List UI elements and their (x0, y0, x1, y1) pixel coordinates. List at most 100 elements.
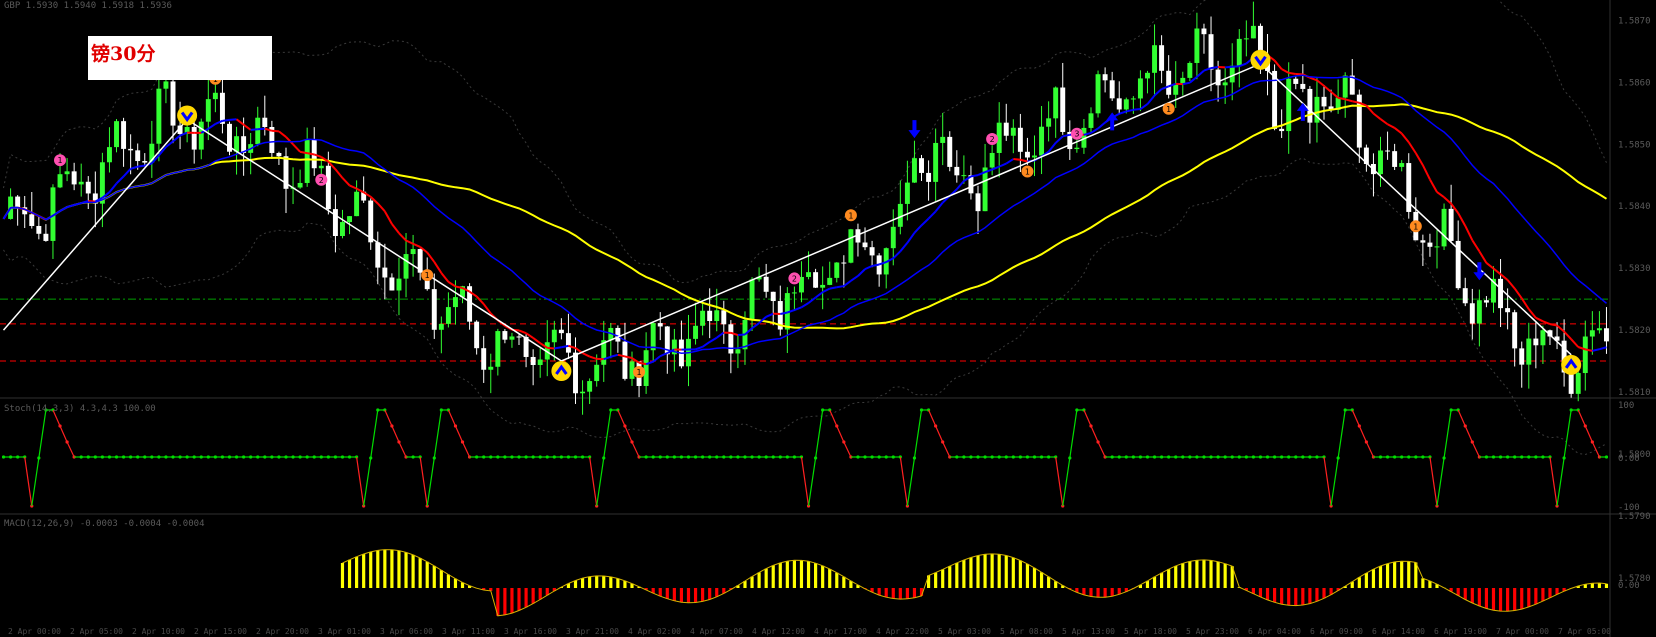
ma-fast-segment (440, 272, 450, 283)
candle-body (580, 391, 586, 394)
ma-fast-segment (1126, 108, 1134, 113)
candle-body (940, 136, 946, 143)
signal-dot-label: 1 (425, 271, 430, 280)
ma-fast-segment (610, 353, 619, 358)
candle-body (516, 336, 522, 338)
ma-fast-segment (1232, 65, 1240, 68)
time-label: 3 Apr 01:00 (318, 627, 371, 636)
candle-body (975, 193, 981, 212)
osc-segment (814, 409, 824, 459)
candle-body (29, 214, 35, 226)
ma-fast-segment (1047, 142, 1057, 153)
ma-fast-segment (130, 165, 138, 170)
candle-body (700, 310, 706, 326)
osc-segment (1358, 425, 1367, 443)
candle-body (1039, 126, 1045, 156)
ma-fast-segment (1506, 279, 1516, 290)
ma-fast-segment (807, 296, 817, 304)
candle-body (1293, 78, 1299, 84)
osc-segment (391, 425, 400, 443)
candle-body (78, 181, 84, 185)
ma-fast-segment (1400, 132, 1410, 143)
ma-fast-segment (836, 285, 845, 289)
candle-body (297, 182, 303, 188)
candle-body (495, 331, 501, 367)
ma-fast-segment (426, 251, 436, 263)
candle-body (1003, 122, 1009, 136)
osc-segment (461, 441, 471, 458)
candle-body (530, 356, 536, 365)
osc-segment (624, 425, 633, 443)
osc-tick-label: 0.00 (1618, 454, 1640, 464)
osc-segment (942, 441, 951, 458)
price-tick-label: 1.5860 (1618, 78, 1651, 88)
ma-fast-segment (737, 333, 746, 337)
candle-body (693, 325, 699, 339)
time-label: 2 Apr 00:00 (8, 627, 61, 636)
ma-fast-segment (1153, 88, 1163, 97)
osc-segment (843, 441, 852, 458)
ma-fast-segment (850, 275, 859, 282)
candle-body (1201, 28, 1207, 35)
time-label: 4 Apr 22:00 (876, 627, 929, 636)
ma-fast-segment (800, 302, 810, 309)
osc-segment (899, 456, 908, 507)
ma-fast-segment (250, 128, 258, 131)
ma-fast-segment (222, 118, 230, 122)
osc-segment (433, 409, 442, 459)
candle-body (128, 148, 134, 151)
ma-fast-segment (1556, 324, 1565, 333)
osc-segment (906, 457, 916, 507)
ma-fast-segment (899, 242, 909, 252)
time-label: 5 Apr 18:00 (1124, 627, 1177, 636)
osc-segment (447, 409, 457, 427)
ma-fast-segment (88, 199, 96, 203)
candle-body (1208, 34, 1214, 70)
candle-body (106, 147, 112, 163)
candle-body (410, 249, 416, 255)
ma-fast-segment (532, 337, 541, 344)
osc-segment (1323, 456, 1332, 507)
candle-body (114, 121, 119, 148)
time-label: 3 Apr 11:00 (442, 627, 495, 636)
ma-fast-segment (1436, 191, 1445, 199)
ma-fast-segment (383, 210, 393, 225)
signal-dot-label: 1 (1025, 167, 1030, 176)
candle-body (43, 233, 49, 241)
candle-body (163, 81, 169, 89)
price-tick-label: 1.5830 (1618, 264, 1651, 274)
price-tick-label: 1.5870 (1618, 16, 1651, 26)
sell-arrow-icon (908, 120, 921, 139)
candle-body (763, 276, 769, 292)
pivot-marker (177, 105, 198, 126)
ma-fast-segment (1203, 67, 1212, 72)
ma-fast-segment (547, 346, 555, 350)
candle-body (1568, 372, 1574, 394)
candle-body (1088, 113, 1094, 128)
candle-body (1505, 308, 1511, 313)
ma-fast-segment (1563, 330, 1572, 340)
osc-segment (363, 457, 372, 507)
price-chart: 1.5870 1.5860 1.5850 1.5840 1.5830 1.5820 1.58… (0, 0, 1656, 637)
osc-segment (384, 409, 393, 427)
candle-body (1032, 155, 1037, 158)
ma-fast-segment (1592, 348, 1600, 352)
ma-fast-segment (229, 118, 237, 121)
osc-segment (1090, 425, 1099, 443)
osc-segment (1443, 409, 1452, 459)
ma-fast-segment (115, 175, 125, 185)
ma-fast-segment (1337, 96, 1346, 101)
ma-fast-segment (589, 355, 598, 360)
osc-segment (1457, 409, 1466, 427)
candle-body (431, 289, 437, 330)
signal-dot-label: 2 (319, 176, 324, 185)
osc-segment (928, 409, 937, 427)
osc-segment (603, 409, 612, 459)
candle-body (721, 310, 727, 325)
ma-fast-segment (306, 152, 315, 156)
candle-body (1123, 99, 1129, 110)
ma-fast-segment (1599, 346, 1607, 351)
ma-fast-segment (341, 177, 351, 187)
candle-body (1243, 38, 1249, 40)
osc-segment (356, 456, 365, 507)
